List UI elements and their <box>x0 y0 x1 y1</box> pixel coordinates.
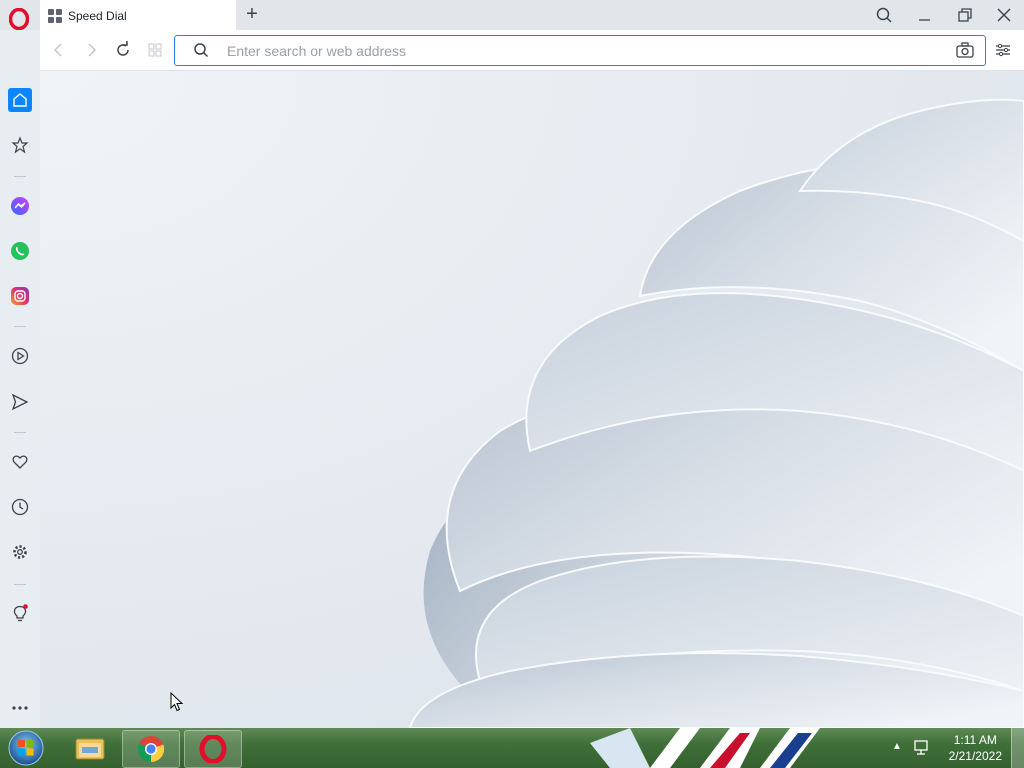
clock-date: 2/21/2022 <box>948 749 1002 763</box>
show-desktop-button[interactable] <box>1011 728 1024 768</box>
back-icon[interactable] <box>49 40 69 60</box>
mouse-cursor-icon <box>170 692 184 712</box>
lightbulb-icon <box>13 604 28 622</box>
navigation-toolbar <box>40 30 1024 71</box>
opera-icon <box>199 735 227 763</box>
start-button[interactable] <box>0 730 52 766</box>
sidebar-item-bookmarks[interactable] <box>8 133 32 157</box>
address-bar[interactable] <box>174 35 986 66</box>
instagram-icon <box>11 287 29 305</box>
sidebar-item-tips[interactable] <box>8 602 32 626</box>
tab-title: Speed Dial <box>68 8 127 23</box>
clock-icon <box>11 498 29 516</box>
minimize-icon[interactable] <box>912 4 936 26</box>
folder-icon <box>75 738 105 760</box>
sidebar-item-flow[interactable] <box>8 390 32 414</box>
sidebar-item-player[interactable] <box>8 344 32 368</box>
new-tab-button[interactable]: + <box>243 4 261 24</box>
system-clock[interactable]: 1:11 AM 2/21/2022 <box>949 732 1002 764</box>
speed-dial-icon <box>48 8 62 23</box>
tab-bar: Speed Dial + <box>0 0 1024 31</box>
sidebar-separator <box>14 432 26 433</box>
taskbar: ▲ 1:11 AM 2/21/2022 <box>0 728 1024 768</box>
camera-icon[interactable] <box>955 41 975 59</box>
send-icon <box>11 393 29 411</box>
heart-icon <box>12 455 28 469</box>
chrome-icon <box>137 736 165 763</box>
windows-start-icon <box>8 730 44 766</box>
more-icon <box>12 706 28 710</box>
sidebar-item-history[interactable] <box>8 495 32 519</box>
tray-expand-icon[interactable]: ▲ <box>892 741 902 752</box>
play-icon <box>11 347 29 365</box>
desktop-wallpaper-peek <box>590 728 820 768</box>
star-icon <box>11 136 29 154</box>
tab-speed-dial[interactable]: Speed Dial <box>40 0 236 31</box>
address-input[interactable] <box>225 41 929 61</box>
search-icon <box>194 43 209 58</box>
sidebar-separator <box>14 326 26 327</box>
sidebar-item-home[interactable] <box>8 88 32 112</box>
sidebar-item-instagram[interactable] <box>8 284 32 308</box>
sidebar-item-pinboards[interactable] <box>8 450 32 474</box>
tiles-icon[interactable] <box>145 40 165 60</box>
search-tabs-icon[interactable] <box>872 4 896 26</box>
taskbar-explorer[interactable] <box>62 730 118 766</box>
sidebar-item-messenger[interactable] <box>8 194 32 218</box>
sidebar <box>0 30 40 728</box>
sidebar-item-settings[interactable] <box>8 540 32 564</box>
whatsapp-icon <box>11 242 29 260</box>
home-icon <box>13 93 27 107</box>
easy-setup-icon[interactable] <box>993 40 1013 60</box>
sidebar-item-whatsapp[interactable] <box>8 239 32 263</box>
sidebar-more-button[interactable] <box>8 696 32 720</box>
messenger-icon <box>11 197 29 215</box>
speed-dial-background <box>40 71 1024 728</box>
close-icon[interactable] <box>992 4 1016 26</box>
gear-icon <box>13 545 27 559</box>
sidebar-separator <box>14 584 26 585</box>
forward-icon[interactable] <box>81 40 101 60</box>
network-icon[interactable] <box>912 738 932 758</box>
clock-time: 1:11 AM <box>953 733 997 747</box>
restore-icon[interactable] <box>952 4 976 26</box>
sidebar-separator <box>14 176 26 177</box>
taskbar-opera[interactable] <box>184 730 242 768</box>
wallpaper-bloom <box>408 98 1024 728</box>
reload-icon[interactable] <box>113 40 133 60</box>
opera-logo-icon[interactable] <box>9 8 29 30</box>
taskbar-chrome[interactable] <box>122 730 180 768</box>
